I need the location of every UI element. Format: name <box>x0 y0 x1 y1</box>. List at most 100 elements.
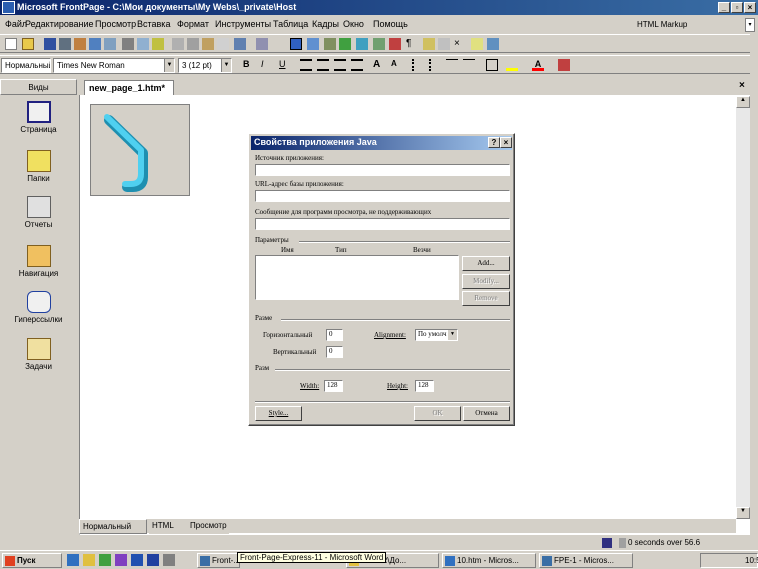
task-fpe1[interactable]: FPE-1 - Micros... <box>539 553 633 568</box>
insert-component-icon[interactable] <box>290 38 302 50</box>
view-reports[interactable]: Отчеты <box>0 196 77 229</box>
new-page-icon[interactable] <box>5 38 17 50</box>
scroll-up-icon[interactable]: ▲ <box>736 96 750 108</box>
underline-icon[interactable]: U <box>279 59 291 71</box>
menu-tools[interactable]: Инструменты <box>215 19 271 29</box>
view-toggle-icon[interactable] <box>104 38 116 50</box>
quicklaunch-icon[interactable] <box>131 554 143 566</box>
insert-hyperlink-icon[interactable] <box>339 38 351 50</box>
add-button[interactable]: Add... <box>462 256 510 271</box>
monitor-icon[interactable] <box>487 38 499 50</box>
increase-font-icon[interactable]: A <box>373 59 385 71</box>
copy-icon[interactable] <box>187 38 199 50</box>
undo-icon[interactable] <box>234 38 246 50</box>
refresh-icon[interactable] <box>373 38 385 50</box>
view-page[interactable]: Страница <box>0 101 77 134</box>
format-painter-icon[interactable] <box>217 38 229 50</box>
source-input[interactable] <box>255 164 510 176</box>
size-combo[interactable]: 3 (12 pt) ▼ <box>178 58 232 73</box>
help-icon[interactable] <box>423 38 435 50</box>
folder-list-icon[interactable] <box>74 38 86 50</box>
justify-icon[interactable] <box>351 59 363 71</box>
navigation-pane-icon[interactable] <box>89 38 101 50</box>
align-left-icon[interactable] <box>300 59 312 71</box>
increase-indent-icon[interactable] <box>463 59 475 71</box>
explorer-icon[interactable] <box>83 554 95 566</box>
view-folders[interactable]: Папки <box>0 150 77 183</box>
highlight-icon[interactable] <box>506 59 518 71</box>
modify-button[interactable]: Modify... <box>462 274 510 289</box>
document-tab[interactable]: new_page_1.htm* <box>84 80 174 95</box>
style-combo[interactable]: Нормальный <box>1 58 51 73</box>
preview-icon[interactable] <box>137 38 149 50</box>
trash-icon[interactable] <box>438 38 450 50</box>
redo-icon[interactable] <box>256 38 268 50</box>
width-input[interactable]: 128 <box>324 380 343 392</box>
menu-window[interactable]: Окно <box>343 19 364 29</box>
frontpage-app-icon[interactable] <box>2 1 15 14</box>
quicklaunch-icon[interactable] <box>99 554 111 566</box>
task-10htm[interactable]: 10.htm - Micros... <box>442 553 536 568</box>
save-icon[interactable] <box>44 38 56 50</box>
font-color-icon[interactable]: A <box>532 59 544 71</box>
view-tasks[interactable]: Задачи <box>0 338 77 371</box>
params-list[interactable] <box>255 255 459 300</box>
insert-picture-icon[interactable] <box>324 38 336 50</box>
menu-insert[interactable]: Вставка <box>137 19 170 29</box>
chevron-down-icon[interactable]: ▾ <box>745 18 755 32</box>
italic-icon[interactable]: I <box>261 59 273 71</box>
help-icon[interactable]: ? <box>488 137 500 148</box>
cancel-button[interactable]: Отмена <box>463 406 510 421</box>
align-center-icon[interactable] <box>317 59 329 71</box>
menu-help[interactable]: Помощь <box>373 19 408 29</box>
remove-button[interactable]: Remove <box>462 291 510 306</box>
bulleted-list-icon[interactable] <box>429 59 441 71</box>
hyperlink-icon[interactable] <box>356 38 368 50</box>
close-document-icon[interactable]: × <box>739 80 745 91</box>
publish-icon[interactable] <box>59 38 71 50</box>
font-combo[interactable]: Times New Roman ▼ <box>53 58 175 73</box>
chevron-down-icon[interactable]: ▼ <box>164 59 174 72</box>
ie-icon[interactable] <box>67 554 79 566</box>
show-all-icon[interactable]: ¶ <box>406 38 418 50</box>
extra-format-icon[interactable] <box>558 59 570 71</box>
height-input[interactable]: 128 <box>415 380 434 392</box>
spelling-icon[interactable] <box>152 38 164 50</box>
html-markup-dropdown[interactable]: HTML Markup <box>633 18 745 32</box>
cut-icon[interactable] <box>172 38 184 50</box>
menu-file[interactable]: Файл <box>5 19 27 29</box>
alignment-select[interactable]: По умолч ▼ <box>415 329 458 341</box>
vertical-scrollbar[interactable]: ▲ ▼ <box>736 96 750 519</box>
vertical-input[interactable]: 0 <box>326 346 343 358</box>
decrease-font-icon[interactable]: A <box>391 59 403 71</box>
chevron-down-icon[interactable]: ▼ <box>221 59 231 72</box>
java-applet-placeholder[interactable] <box>90 104 190 196</box>
ok-button[interactable]: OK <box>414 406 461 421</box>
quicklaunch-icon[interactable] <box>115 554 127 566</box>
lightbulb-icon[interactable] <box>471 38 483 50</box>
word-icon[interactable] <box>147 554 159 566</box>
view-navigation[interactable]: Навигация <box>0 245 77 278</box>
minimize-icon[interactable]: _ <box>718 2 730 13</box>
print-icon[interactable] <box>122 38 134 50</box>
delete-icon[interactable]: × <box>454 38 466 50</box>
horizontal-input[interactable]: 0 <box>326 329 343 341</box>
quicklaunch-icon[interactable] <box>163 554 175 566</box>
task-word[interactable]: Front-... <box>197 553 240 568</box>
bold-icon[interactable]: B <box>243 59 255 71</box>
close-icon[interactable]: × <box>500 137 512 148</box>
view-hyperlinks[interactable]: Гиперссылки <box>0 291 77 324</box>
menu-edit[interactable]: Редактирование <box>25 19 94 29</box>
chevron-down-icon[interactable]: ▼ <box>448 330 457 340</box>
tab-preview[interactable]: Просмотр <box>187 519 229 534</box>
align-right-icon[interactable] <box>334 59 346 71</box>
stop-icon[interactable] <box>389 38 401 50</box>
tab-normal[interactable]: Нормальный <box>79 519 147 534</box>
style-button[interactable]: Style... <box>255 406 302 421</box>
scroll-down-icon[interactable]: ▼ <box>736 507 750 519</box>
tab-html[interactable]: HTML <box>149 519 187 534</box>
menu-format[interactable]: Формат <box>177 19 209 29</box>
paste-icon[interactable] <box>202 38 214 50</box>
maximize-icon[interactable]: ▫ <box>731 2 743 13</box>
message-input[interactable] <box>255 218 510 230</box>
